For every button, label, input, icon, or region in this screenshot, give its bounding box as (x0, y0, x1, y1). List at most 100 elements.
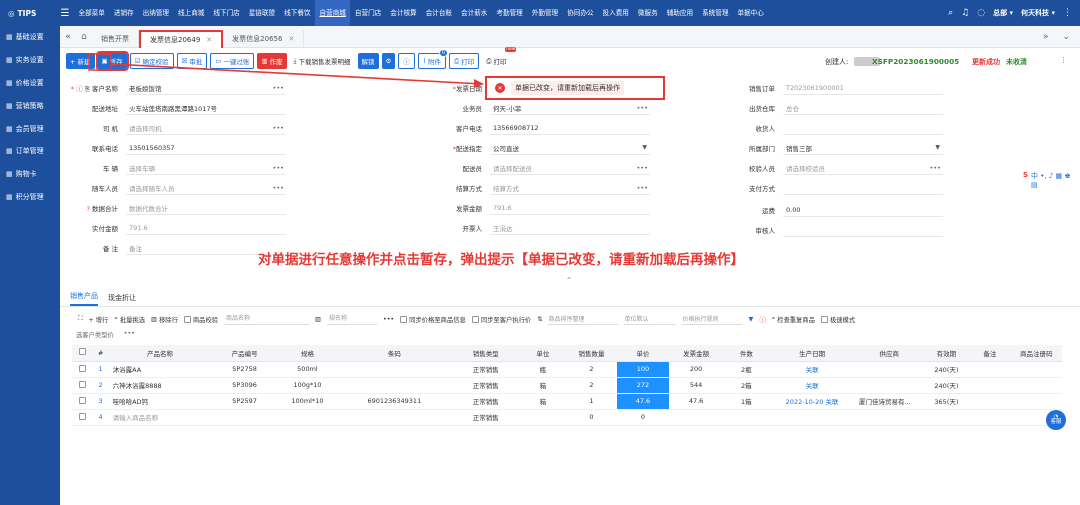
column-header[interactable]: 产品名称 (108, 345, 212, 362)
checkbox[interactable] (183, 315, 191, 323)
print-new-button[interactable]: ⎙ 打印 new (482, 47, 517, 69)
table-cell[interactable]: 1箱 (723, 393, 770, 410)
nav-item-9[interactable]: 会计核算 (386, 0, 421, 26)
message-icon[interactable]: ◌ (977, 8, 985, 18)
table-cell[interactable] (668, 409, 724, 426)
checkbox[interactable] (471, 315, 479, 323)
remove-row-button[interactable]: ▥ 移除行 (151, 315, 178, 324)
sidebar-item-6[interactable]: ▦ 购物卡 (0, 163, 60, 186)
table-cell[interactable]: 100g*10 (277, 377, 338, 394)
table-cell[interactable]: SP2758 (211, 361, 278, 378)
nav-item-17[interactable]: 辅助应用 (662, 0, 697, 26)
sync-price-toggle[interactable]: 同步价格至商品信息 (400, 315, 466, 324)
warehouse-field[interactable]: 总仓 (783, 101, 943, 115)
more-icon[interactable]: ⋮ (1060, 56, 1067, 64)
checkbox[interactable] (78, 364, 86, 372)
more-icon[interactable]: ••• (636, 184, 650, 192)
ship-select[interactable]: 公司直送 ▼ (490, 141, 650, 155)
tab-2[interactable]: 发票信息20656 ✕ (223, 29, 305, 48)
table-cell[interactable]: 2022-10-20 关联 (769, 393, 855, 410)
table-cell[interactable] (337, 409, 452, 426)
table-cell[interactable]: 4 (92, 409, 109, 426)
nav-item-13[interactable]: 外勤管理 (527, 0, 562, 26)
sidebar-item-4[interactable]: ▦ 会员管理 (0, 117, 60, 140)
column-header[interactable]: 备注 (969, 345, 1011, 362)
table-cell[interactable]: 2 (565, 377, 618, 394)
sidebar-item-2[interactable]: ▦ 价格设置 (0, 72, 60, 95)
download-button[interactable]: ⤓ 下载销售发票明细 (290, 53, 355, 69)
customer-type-select[interactable]: 选客户类型价 (76, 330, 114, 342)
brand[interactable]: ◎ TIPS (0, 9, 58, 18)
nav-item-14[interactable]: 协同办公 (563, 0, 598, 26)
table-cell[interactable]: 正常销售 (451, 393, 521, 410)
table-cell[interactable]: 240(天) (923, 377, 970, 394)
home-icon[interactable]: ⌂ (76, 32, 92, 42)
column-header[interactable]: 商品注册码 (1010, 345, 1062, 362)
car-field[interactable]: 选择车辆 ••• (126, 161, 286, 175)
more-icon[interactable]: ⋮ (1063, 8, 1072, 18)
table-cell[interactable]: 关联 (769, 361, 855, 378)
nav-item-0[interactable]: 全部菜单 (74, 0, 109, 26)
sidebar-item-5[interactable]: ▦ 订单管理 (0, 140, 60, 163)
menu-icon[interactable]: ☰ (58, 8, 72, 19)
table-cell[interactable]: 正常销售 (451, 409, 521, 426)
phone-field[interactable]: 13501560357 (126, 141, 286, 155)
info-icon[interactable]: ⓘ (759, 315, 765, 324)
driver-field[interactable]: 请选择司机 ••• (126, 121, 286, 135)
table-cell[interactable]: 正常销售 (451, 361, 521, 378)
table-cell[interactable] (723, 409, 770, 426)
table-cell[interactable] (854, 409, 924, 426)
confirm-check-button[interactable]: ☑ 确定校验 (129, 53, 174, 69)
ime-toolbar[interactable]: S中 •, ♪ ▦ ♚ ▤ (1020, 170, 1080, 190)
checkbox[interactable] (820, 315, 828, 323)
nav-item-19[interactable]: 单据中心 (733, 0, 768, 26)
column-header[interactable]: 条码 (337, 345, 452, 362)
table-row[interactable]: 1 沐浴露AA SP2758 500ml 正常销售瓶 2 100 200 2瓶 关联 240(天) (72, 361, 1062, 378)
column-header[interactable]: 产品编号 (211, 345, 278, 362)
save-draft-button[interactable]: ▣ 暂存 (95, 51, 129, 71)
nav-item-6[interactable]: 线下餐饮 (280, 0, 315, 26)
follow-field[interactable]: 请选择随车人员 ••• (126, 181, 286, 195)
table-cell[interactable]: 箱 (520, 377, 566, 394)
table-cell[interactable]: 1 (565, 393, 618, 410)
table-cell[interactable]: 哇哈哈AD钙 (108, 393, 212, 410)
nav-item-2[interactable]: 出纳管理 (138, 0, 173, 26)
table-cell[interactable] (1010, 393, 1062, 410)
expand-right-icon[interactable]: » (1043, 32, 1049, 42)
table-cell[interactable] (969, 393, 1011, 410)
close-icon[interactable]: ✕ (288, 35, 294, 43)
filter-icon[interactable]: ▼ (748, 316, 753, 323)
more-icon[interactable]: ••• (272, 184, 286, 192)
table-row[interactable]: 4 请输入商品名称 正常销售 0 0 (72, 409, 1062, 426)
checkbox[interactable] (400, 315, 408, 323)
more-icon[interactable]: ••• (124, 330, 135, 342)
nav-item-8[interactable]: 自营门店 (350, 0, 385, 26)
more-icon[interactable]: ••• (272, 164, 286, 172)
column-header[interactable]: 规格 (277, 345, 338, 362)
fast-mode-toggle[interactable]: 极速模式 (820, 315, 855, 324)
table-cell[interactable]: 2瓶 (723, 361, 770, 378)
cust-phone-field[interactable]: 13566908712 (490, 121, 650, 135)
tab-1[interactable]: 发票信息20649 ✕ (139, 29, 224, 48)
table-cell[interactable]: 100ml*10 (277, 393, 338, 410)
sidebar-item-0[interactable]: ▦ 基础设置 (0, 26, 60, 49)
one-click-post-button[interactable]: ▭ 一键过账 (210, 53, 255, 69)
batch-select-button[interactable]: ⌕ 批量挑选 (114, 315, 145, 324)
table-cell[interactable]: 240(天) (923, 361, 970, 378)
nav-item-4[interactable]: 线下门店 (209, 0, 244, 26)
chevron-up-icon[interactable]: ⌃ (560, 276, 578, 285)
sort-select[interactable]: 商品排序整理 (548, 314, 619, 325)
nav-item-5[interactable]: 星链联盟 (244, 0, 279, 26)
table-cell[interactable]: 2 (92, 377, 109, 394)
checkbox[interactable] (78, 348, 86, 356)
column-header[interactable]: 生产日期 (769, 345, 855, 362)
checkbox[interactable] (78, 380, 86, 388)
table-cell[interactable]: 0 (565, 409, 618, 426)
column-header[interactable]: # (92, 345, 109, 362)
new-button[interactable]: + 新建 (66, 53, 95, 69)
table-cell[interactable] (969, 361, 1011, 378)
more-icon[interactable]: ••• (272, 124, 286, 132)
close-icon[interactable]: ✕ (206, 36, 212, 44)
column-header[interactable]: 件数 (723, 345, 770, 362)
more-icon[interactable]: ••• (272, 84, 286, 92)
